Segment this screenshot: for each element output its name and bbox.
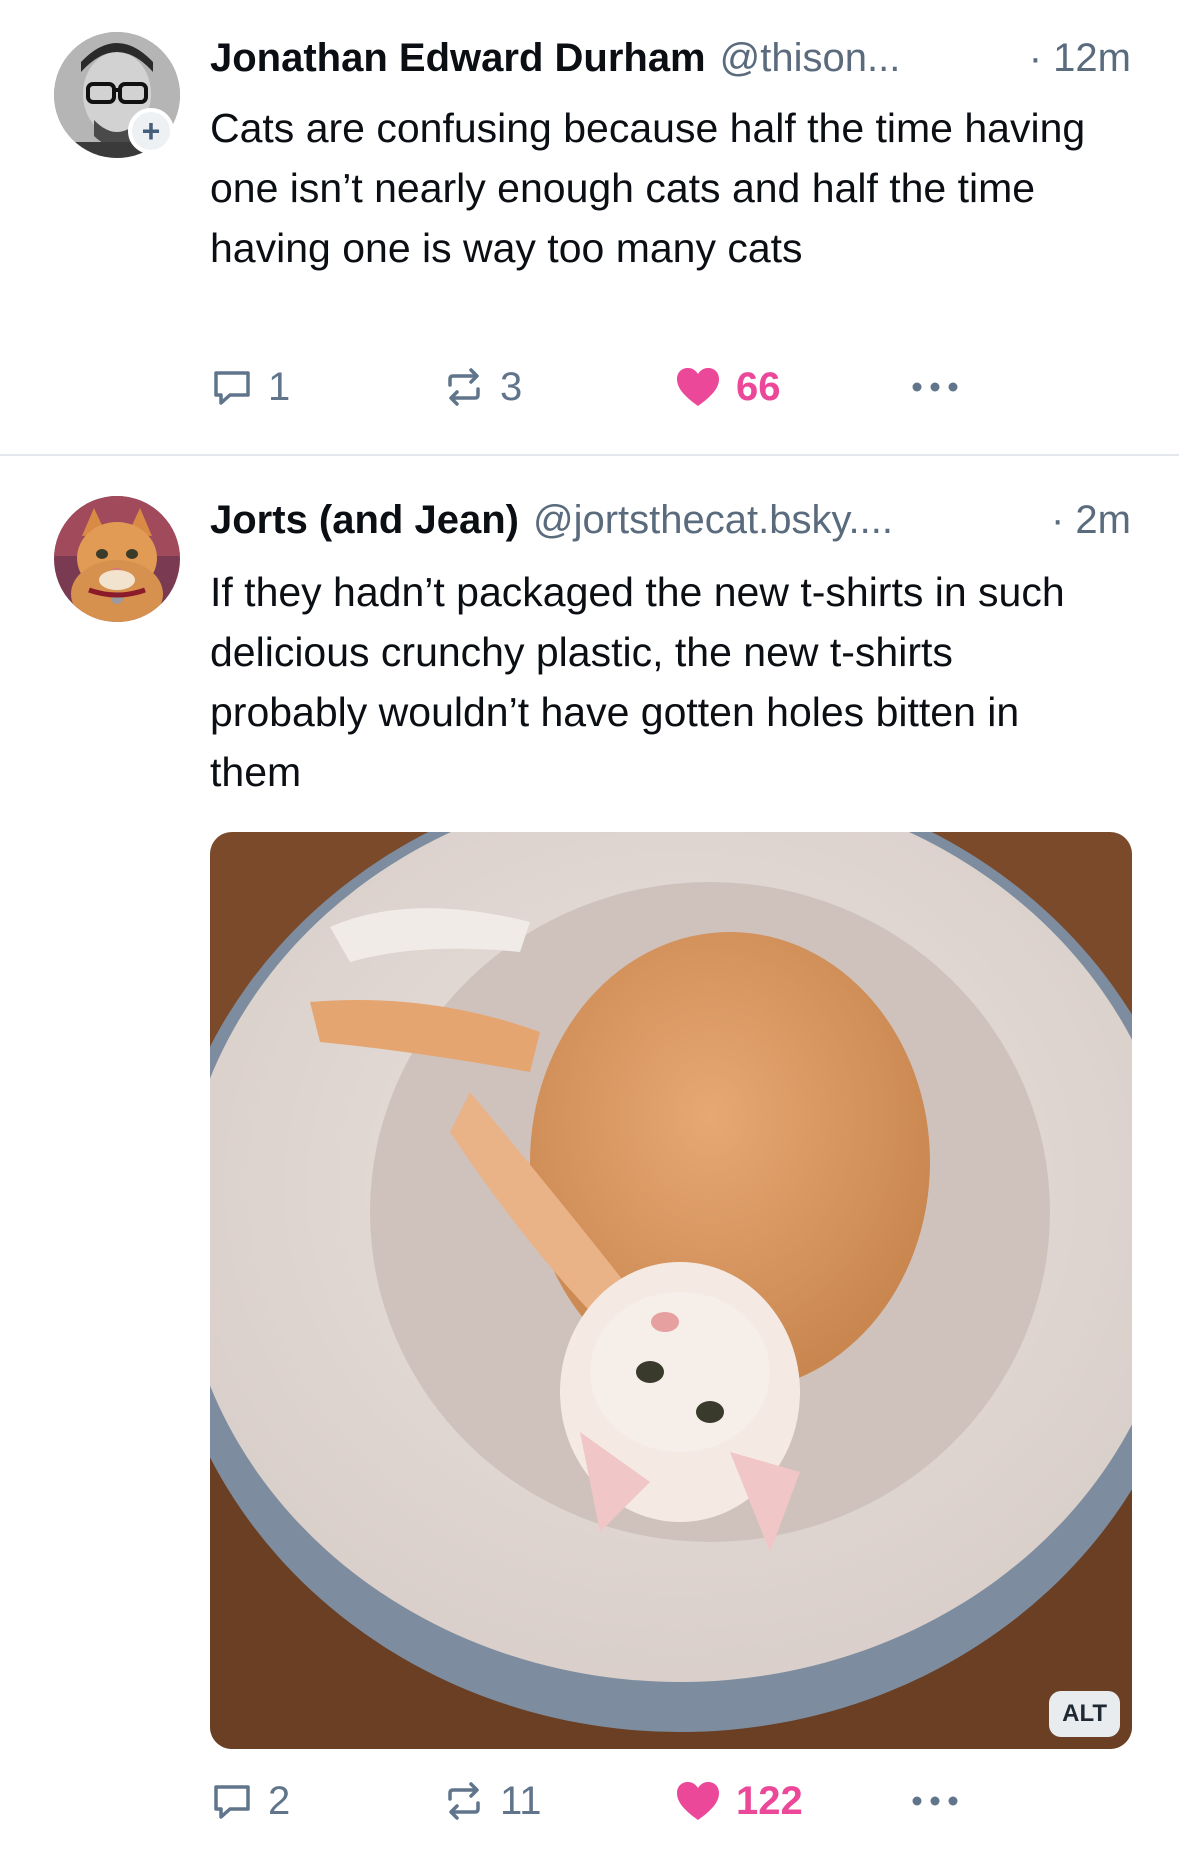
post-actions: 1 3 66 <box>210 357 1090 417</box>
more-horizontal-icon <box>912 382 958 392</box>
post-timestamp[interactable]: · 2m <box>1051 498 1131 543</box>
author-avatar[interactable] <box>54 496 180 622</box>
repost-button[interactable]: 11 <box>442 1779 674 1824</box>
speech-bubble-icon <box>214 1785 250 1819</box>
repost-count: 3 <box>500 364 523 409</box>
alt-text-badge[interactable]: ALT <box>1049 1691 1120 1737</box>
like-button[interactable]: 122 <box>674 1779 909 1824</box>
post-actions: 2 11 122 <box>210 1771 1090 1831</box>
like-count: 66 <box>736 364 781 409</box>
reply-count: 2 <box>268 1778 291 1823</box>
repost-button[interactable]: 3 <box>442 365 674 410</box>
plus-icon: + <box>141 113 161 149</box>
post-text: Cats are confusing because half the time… <box>210 105 1086 271</box>
heart-icon <box>677 368 719 406</box>
author-name[interactable]: Jonathan Edward Durham <box>210 36 706 81</box>
like-button[interactable]: 66 <box>674 365 909 410</box>
more-horizontal-icon <box>912 1796 958 1806</box>
like-count: 122 <box>736 1778 803 1823</box>
repost-count: 11 <box>500 1778 542 1823</box>
more-options-button[interactable] <box>909 1791 961 1811</box>
author-handle[interactable]: @thison... <box>720 36 1013 81</box>
post-header: Jorts (and Jean) @jortsthecat.bsky.... ·… <box>210 498 1131 554</box>
feed-post[interactable]: Jorts (and Jean) @jortsthecat.bsky.... ·… <box>0 456 1179 1860</box>
author-handle[interactable]: @jortsthecat.bsky.... <box>533 498 1035 543</box>
reply-count: 1 <box>268 364 291 409</box>
post-header: Jonathan Edward Durham @thison... · 12m <box>210 36 1131 92</box>
post-image[interactable]: ALT <box>210 832 1132 1749</box>
more-options-button[interactable] <box>909 377 961 397</box>
post-text: If they hadn’t packaged the new t-shirts… <box>210 569 1065 795</box>
author-name[interactable]: Jorts (and Jean) <box>210 498 519 543</box>
repost-arrows-icon <box>448 368 480 406</box>
feed-post[interactable]: + Jonathan Edward Durham @thison... · 12… <box>0 0 1179 455</box>
cat-in-bed-photo <box>210 832 1132 1749</box>
speech-bubble-icon <box>214 371 250 405</box>
reply-button[interactable]: 2 <box>210 1779 442 1824</box>
heart-icon <box>677 1782 719 1820</box>
reply-button[interactable]: 1 <box>210 365 442 410</box>
repost-arrows-icon <box>448 1782 480 1820</box>
follow-plus-button[interactable]: + <box>128 108 174 154</box>
avatar-photo <box>54 496 180 622</box>
post-timestamp[interactable]: · 12m <box>1029 36 1131 81</box>
